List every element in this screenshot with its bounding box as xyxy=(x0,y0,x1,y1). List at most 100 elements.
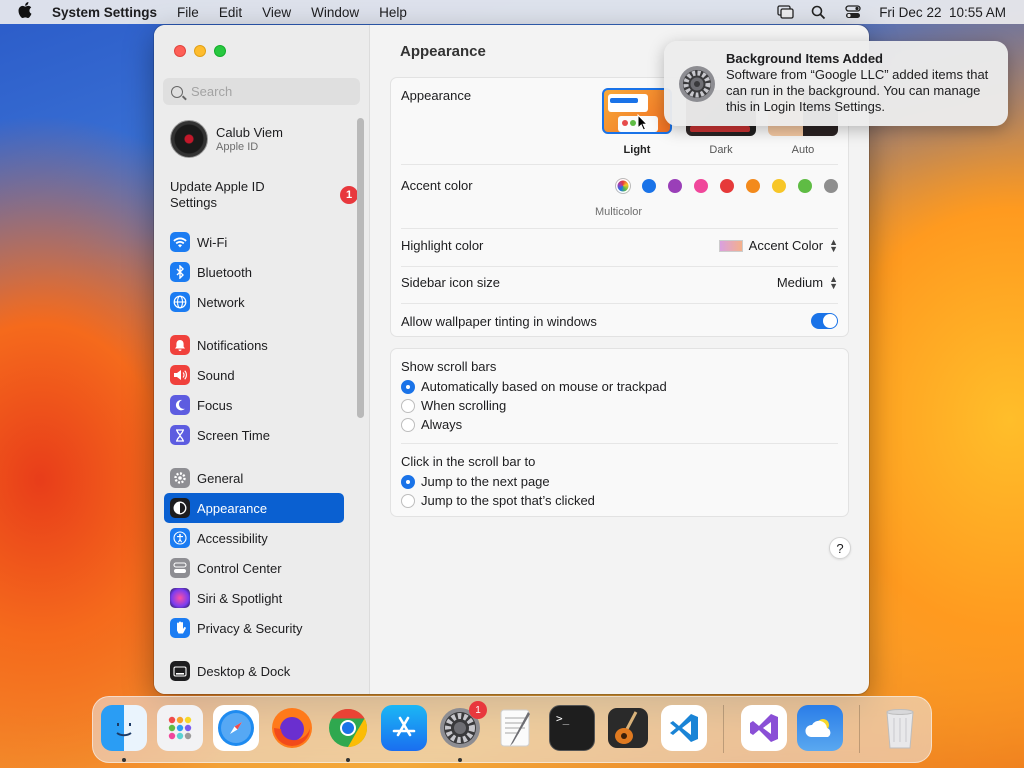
dock-separator xyxy=(859,705,860,753)
clock[interactable]: Fri Dec 22 10:55 AM xyxy=(879,5,1006,20)
apple-menu-icon[interactable] xyxy=(18,2,36,22)
search-input[interactable] xyxy=(191,84,351,99)
update-apple-id-item[interactable]: Update Apple ID Settings 1 xyxy=(170,179,360,211)
menu-edit[interactable]: Edit xyxy=(219,5,242,20)
sidebar-item-label: Desktop & Dock xyxy=(197,663,291,679)
finder-icon[interactable] xyxy=(101,705,147,751)
accent-blue-swatch[interactable] xyxy=(642,178,656,193)
dock: 1 >_ xyxy=(92,696,932,763)
sidebar-item-privacy-security[interactable]: Privacy & Security xyxy=(164,613,344,643)
sidebar-item-notifications[interactable]: Notifications xyxy=(164,330,344,360)
moon-icon xyxy=(170,395,190,415)
dock-badge: 1 xyxy=(469,701,487,719)
textedit-icon[interactable] xyxy=(493,705,539,751)
chrome-icon[interactable] xyxy=(325,705,371,751)
chevron-updown-icon: ▲ ▼ xyxy=(829,273,838,291)
minimize-button[interactable] xyxy=(194,45,206,57)
accent-orange-swatch[interactable] xyxy=(746,178,760,193)
jump-to-spot-option[interactable]: Jump to the spot that’s clicked xyxy=(401,493,595,508)
radio-button[interactable] xyxy=(401,493,415,508)
scroll-bars-always-option[interactable]: Always xyxy=(401,417,462,432)
search-field[interactable] xyxy=(163,78,360,105)
sidebar-item-wifi[interactable]: Wi-Fi xyxy=(164,227,344,257)
sidebar-item-label: Accessibility xyxy=(197,530,268,546)
accessibility-icon xyxy=(170,528,190,548)
speaker-icon xyxy=(170,365,190,385)
sidebar-item-desktop-dock[interactable]: Desktop & Dock xyxy=(164,656,344,686)
help-button[interactable]: ? xyxy=(829,537,851,559)
app-store-icon[interactable] xyxy=(381,705,427,751)
accent-pink-swatch[interactable] xyxy=(694,178,708,193)
accent-graphite-swatch[interactable] xyxy=(824,178,838,193)
sidebar-item-label: Privacy & Security xyxy=(197,620,303,636)
sidebar-item-screen-time[interactable]: Screen Time xyxy=(164,420,344,450)
bell-icon xyxy=(170,335,190,355)
safari-icon[interactable] xyxy=(213,705,259,751)
scroll-bars-auto-option[interactable]: Automatically based on mouse or trackpad xyxy=(401,379,667,394)
page-title: Appearance xyxy=(400,43,486,60)
scroll-bars-when-scrolling-option[interactable]: When scrolling xyxy=(401,398,506,413)
close-button[interactable] xyxy=(174,45,186,57)
mouse-cursor-icon xyxy=(637,113,649,134)
menu-window[interactable]: Window xyxy=(311,5,359,20)
accent-selected-name: Multicolor xyxy=(595,206,643,218)
sidebar-item-bluetooth[interactable]: Bluetooth xyxy=(164,257,344,287)
weather-icon[interactable] xyxy=(797,705,843,751)
click-scroll-bar-row: Click in the scroll bar to xyxy=(401,454,838,469)
jump-next-page-option[interactable]: Jump to the next page xyxy=(401,474,550,489)
accent-green-swatch[interactable] xyxy=(798,178,812,193)
sidebar-scrollbar[interactable] xyxy=(357,118,364,418)
radio-button-selected[interactable] xyxy=(401,474,415,489)
wallpaper-tinting-toggle[interactable] xyxy=(811,313,838,329)
firefox-icon[interactable] xyxy=(269,705,315,751)
menu-help[interactable]: Help xyxy=(379,5,407,20)
sidebar-item-control-center[interactable]: Control Center xyxy=(164,553,344,583)
control-center-icon[interactable] xyxy=(845,5,861,19)
nav-group-network: Wi-Fi Bluetooth Network xyxy=(164,227,344,317)
click-scroll-bar-label: Click in the scroll bar to xyxy=(401,454,536,469)
apple-id-account[interactable]: Calub Viem Apple ID xyxy=(170,120,283,158)
appearance-icon xyxy=(170,498,190,518)
garageband-icon[interactable] xyxy=(605,705,651,751)
radio-button-selected[interactable] xyxy=(401,379,415,394)
highlight-color-swatch xyxy=(718,239,743,252)
sidebar-item-label: Sound xyxy=(197,367,235,383)
spotlight-search-icon[interactable] xyxy=(811,5,827,20)
terminal-icon[interactable]: >_ xyxy=(549,705,595,751)
launchpad-icon[interactable] xyxy=(157,705,203,751)
sidebar-item-focus[interactable]: Focus xyxy=(164,390,344,420)
screen-mirroring-icon[interactable] xyxy=(777,5,794,19)
sidebar-item-general[interactable]: General xyxy=(164,463,344,493)
sidebar-item-accessibility[interactable]: Accessibility xyxy=(164,523,344,553)
divider xyxy=(401,443,838,444)
highlight-color-popup[interactable]: Accent Color ▲ ▼ xyxy=(718,237,838,253)
accent-purple-swatch[interactable] xyxy=(668,178,682,193)
visual-studio-icon[interactable] xyxy=(741,705,787,751)
app-name-menu[interactable]: System Settings xyxy=(52,5,157,20)
notification-banner[interactable]: Background Items Added Software from “Go… xyxy=(664,41,1008,126)
sidebar-item-label: Focus xyxy=(197,397,233,413)
vscode-icon[interactable] xyxy=(661,705,707,751)
zoom-button[interactable] xyxy=(214,45,226,57)
sidebar-item-sound[interactable]: Sound xyxy=(164,360,344,390)
nav-group-desktop: Desktop & Dock xyxy=(164,656,344,686)
globe-icon xyxy=(170,292,190,312)
update-badge: 1 xyxy=(340,186,358,204)
radio-button[interactable] xyxy=(401,417,415,432)
dock-icon xyxy=(170,661,190,681)
accent-yellow-swatch[interactable] xyxy=(772,178,786,193)
menu-view[interactable]: View xyxy=(262,5,291,20)
sidebar-icon-size-popup[interactable]: Medium ▲ ▼ xyxy=(777,273,838,291)
nav-group-notifications: Notifications Sound Focus Screen Time xyxy=(164,330,344,450)
sidebar-item-siri-spotlight[interactable]: Siri & Spotlight xyxy=(164,583,344,613)
sidebar-item-network[interactable]: Network xyxy=(164,287,344,317)
sidebar-item-appearance[interactable]: Appearance xyxy=(164,493,344,523)
accent-multicolor-swatch[interactable] xyxy=(616,178,630,193)
trash-icon[interactable] xyxy=(877,705,923,751)
radio-button[interactable] xyxy=(401,398,415,413)
sidebar-item-label: Notifications xyxy=(197,337,268,353)
radio-label: Jump to the next page xyxy=(421,474,550,489)
accent-red-swatch[interactable] xyxy=(720,178,734,193)
menu-file[interactable]: File xyxy=(177,5,199,20)
divider xyxy=(401,266,838,267)
